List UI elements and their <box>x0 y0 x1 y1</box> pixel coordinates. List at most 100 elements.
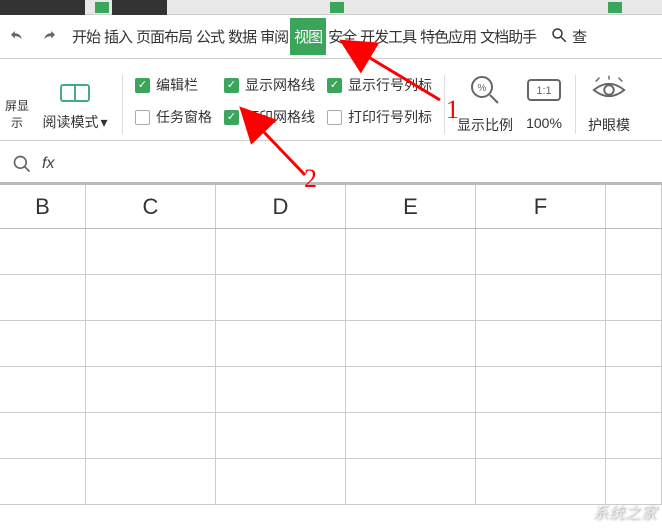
ribbon-tab-group: 开始 插入 页面布局 公式 数据 审阅 视图 安全 开发工具 特色应用 文档助手 <box>70 18 538 55</box>
cell[interactable] <box>606 367 662 413</box>
tab-security[interactable]: 安全 <box>326 18 358 55</box>
search-icon <box>550 26 568 48</box>
tab-formula[interactable]: 公式 <box>194 18 226 55</box>
print-row-col-headers-checkbox[interactable]: 打印行号列标 <box>327 107 432 127</box>
checkbox-checked-icon <box>224 78 239 93</box>
cell[interactable] <box>216 275 346 321</box>
one-to-one-icon: 1:1 <box>525 71 563 109</box>
workbook-tab-indicator[interactable] <box>95 2 109 13</box>
eye-protection-button[interactable]: 护眼模 <box>582 69 636 140</box>
zoom-ratio-label: 显示比例 <box>457 115 513 135</box>
cell[interactable] <box>216 321 346 367</box>
column-header-F[interactable]: F <box>476 185 606 228</box>
show-gridlines-checkbox[interactable]: 显示网格线 <box>224 75 315 95</box>
tab-review[interactable]: 审阅 <box>258 18 290 55</box>
cell[interactable] <box>86 367 216 413</box>
edit-bar-checkbox[interactable]: 编辑栏 <box>135 75 198 95</box>
undo-icon[interactable] <box>8 28 26 46</box>
checkbox-label: 打印行号列标 <box>348 107 432 127</box>
cell[interactable] <box>606 413 662 459</box>
cell[interactable] <box>0 459 86 505</box>
print-gridlines-checkbox[interactable]: 打印网格线 <box>224 107 315 127</box>
chevron-down-icon: ▾ <box>100 114 107 131</box>
cell[interactable] <box>216 367 346 413</box>
tab-doc-helper[interactable]: 文档助手 <box>478 18 538 55</box>
cell[interactable] <box>606 321 662 367</box>
cell[interactable] <box>476 413 606 459</box>
cell[interactable] <box>0 275 86 321</box>
tab-insert[interactable]: 插入 <box>102 18 134 55</box>
column-header-B[interactable]: B <box>0 185 86 228</box>
cell[interactable] <box>346 459 476 505</box>
tab-start[interactable]: 开始 <box>70 18 102 55</box>
cell[interactable] <box>86 229 216 275</box>
cell[interactable] <box>346 229 476 275</box>
svg-text:%: % <box>478 83 487 94</box>
annotation-number-1: 1 <box>446 95 459 125</box>
tab-special[interactable]: 特色应用 <box>418 18 478 55</box>
tab-page-layout[interactable]: 页面布局 <box>134 18 194 55</box>
grid-row <box>0 367 662 413</box>
fx-label[interactable]: fx <box>42 155 54 173</box>
workbook-tab-indicator[interactable] <box>330 2 344 13</box>
search-button[interactable]: 查 <box>550 26 587 48</box>
cell[interactable] <box>86 459 216 505</box>
cell[interactable] <box>476 229 606 275</box>
fullscreen-display-button[interactable]: 屏显示 <box>0 69 34 140</box>
formula-input[interactable] <box>62 149 662 179</box>
spreadsheet-grid: B C D E F <box>0 185 662 505</box>
zoom-100-button[interactable]: 1:1 100% <box>519 69 569 140</box>
workbook-tab-indicator[interactable] <box>608 2 622 13</box>
cell[interactable] <box>476 367 606 413</box>
cell[interactable] <box>346 367 476 413</box>
gridlines-options-group: 显示网格线 打印网格线 <box>218 69 321 140</box>
cell[interactable] <box>216 413 346 459</box>
headers-options-group: 显示行号列标 打印行号列标 <box>321 69 438 140</box>
cell[interactable] <box>476 321 606 367</box>
redo-icon[interactable] <box>40 28 58 46</box>
column-header-E[interactable]: E <box>346 185 476 228</box>
zoom-100-label: 100% <box>526 115 562 131</box>
cell[interactable] <box>216 229 346 275</box>
cell[interactable] <box>346 275 476 321</box>
column-header-D[interactable]: D <box>216 185 346 228</box>
cell[interactable] <box>606 275 662 321</box>
tab-data[interactable]: 数据 <box>226 18 258 55</box>
reading-mode-button[interactable]: 阅读模式 ▾ <box>34 69 116 140</box>
tab-dev-tools[interactable]: 开发工具 <box>358 18 418 55</box>
cell[interactable] <box>0 321 86 367</box>
column-headers-row: B C D E F <box>0 185 662 229</box>
checkbox-label: 任务窗格 <box>156 107 212 127</box>
undo-redo-group <box>2 28 70 46</box>
task-pane-checkbox[interactable]: 任务窗格 <box>135 107 212 127</box>
cell[interactable] <box>0 413 86 459</box>
search-label: 查 <box>572 26 587 47</box>
eye-icon <box>590 71 628 109</box>
zoom-ratio-button[interactable]: % 显示比例 <box>451 69 519 140</box>
ribbon-separator <box>444 75 445 134</box>
cell[interactable] <box>346 321 476 367</box>
cell[interactable] <box>476 459 606 505</box>
cell[interactable] <box>0 229 86 275</box>
tab-view[interactable]: 视图 <box>290 18 326 55</box>
name-box-icon[interactable] <box>10 152 34 176</box>
annotation-number-2: 2 <box>304 164 317 194</box>
svg-text:1:1: 1:1 <box>536 85 551 97</box>
checkbox-checked-icon <box>224 110 239 125</box>
reading-mode-icon <box>60 81 90 108</box>
cell[interactable] <box>606 229 662 275</box>
cell[interactable] <box>0 367 86 413</box>
cell[interactable] <box>86 275 216 321</box>
cell[interactable] <box>86 413 216 459</box>
grid-row <box>0 275 662 321</box>
show-row-col-headers-checkbox[interactable]: 显示行号列标 <box>327 75 432 95</box>
column-header-C[interactable]: C <box>86 185 216 228</box>
cell[interactable] <box>346 413 476 459</box>
ribbon-separator <box>122 75 123 134</box>
column-header-G[interactable] <box>606 185 662 228</box>
cell[interactable] <box>476 275 606 321</box>
cell[interactable] <box>86 321 216 367</box>
ribbon-tabs-row: 开始 插入 页面布局 公式 数据 审阅 视图 安全 开发工具 特色应用 文档助手… <box>0 15 662 59</box>
checkbox-label: 显示行号列标 <box>348 75 432 95</box>
cell[interactable] <box>216 459 346 505</box>
